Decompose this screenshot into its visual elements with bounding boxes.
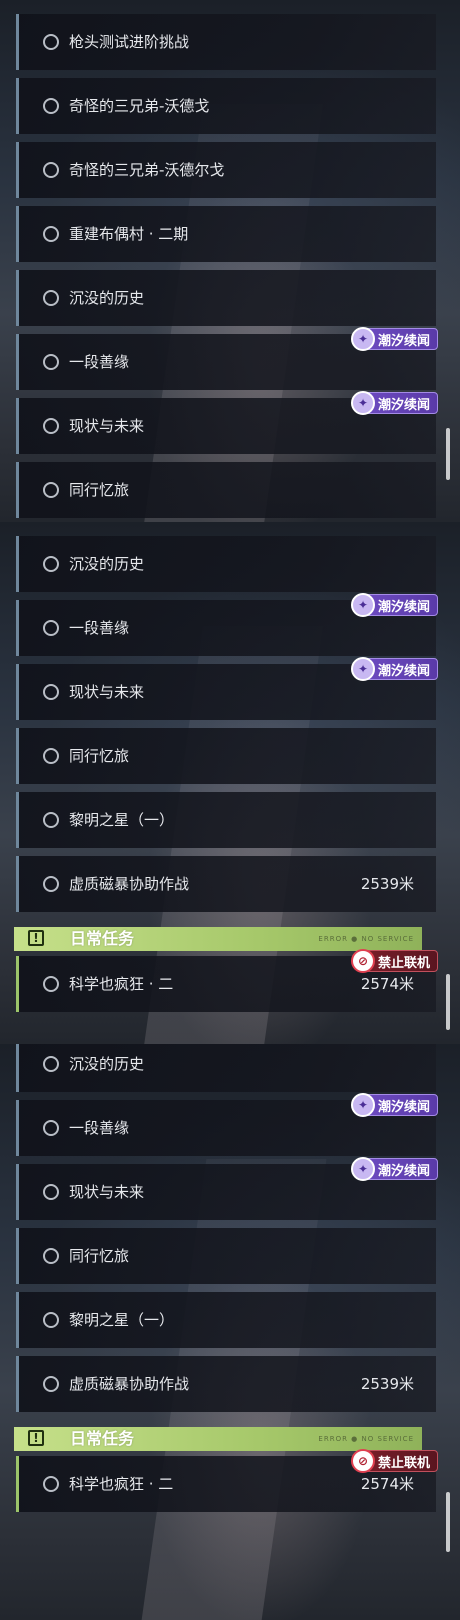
badge-label: 潮汐续闻 (377, 663, 430, 679)
section-title: 日常任务 (70, 929, 135, 948)
quest-name: 现状与未来 (69, 683, 145, 701)
radio-icon (43, 418, 59, 434)
quest-name: 科学也疯狂 · 二 (69, 1475, 174, 1493)
radio-icon (43, 812, 59, 828)
quest-name: 黎明之星（一） (69, 1311, 175, 1329)
radio-icon (43, 290, 59, 306)
quest-list-panel-3: 沉没的历史 ✦ 潮汐续闻 一段善缘 ✦ 潮汐续闻 现状与未来 同行忆旅 黎明之星… (0, 1044, 460, 1620)
radio-icon (43, 98, 59, 114)
quest-row[interactable]: 沉没的历史 (16, 270, 436, 326)
sparkle-icon: ✦ (350, 593, 375, 617)
header-watermark: ERROR ● NO SERVICE (318, 1435, 414, 1443)
sparkle-icon: ✦ (350, 391, 375, 415)
radio-icon (43, 354, 59, 370)
quest-name: 虚质磁暴协助作战 (69, 1375, 190, 1393)
quest-row[interactable]: 奇怪的三兄弟-沃德戈 (16, 78, 436, 134)
radio-icon (43, 162, 59, 178)
quest-name: 同行忆旅 (69, 1247, 130, 1265)
radio-icon (43, 226, 59, 242)
alert-icon: ! (28, 930, 44, 946)
quest-name: 同行忆旅 (69, 481, 130, 499)
quest-distance: 2539米 (360, 875, 414, 893)
badge-label: 潮汐续闻 (377, 1099, 430, 1115)
quest-name: 一段善缘 (69, 619, 130, 637)
alert-icon: ! (28, 1430, 44, 1446)
quest-row[interactable]: 黎明之星（一） (16, 792, 436, 848)
radio-icon (43, 1476, 59, 1492)
radio-icon (43, 1056, 59, 1072)
quest-row[interactable]: 枪头测试进阶挑战 (16, 14, 436, 70)
sparkle-icon: ✦ (350, 1093, 375, 1117)
badge-label: 禁止联机 (377, 1455, 430, 1471)
no-online-badge: ⊘ 禁止联机 (350, 1449, 438, 1473)
tide-story-badge: ✦ 潮汐续闻 (350, 391, 438, 415)
globe-forbidden-icon: ⊘ (350, 949, 375, 973)
radio-icon (43, 1312, 59, 1328)
quest-row[interactable]: 同行忆旅 (16, 728, 436, 784)
quest-name: 奇怪的三兄弟-沃德戈 (69, 97, 210, 115)
radio-icon (43, 1376, 59, 1392)
radio-icon (43, 620, 59, 636)
badge-label: 潮汐续闻 (377, 599, 430, 615)
badge-label: 禁止联机 (377, 955, 430, 971)
quest-row[interactable]: 同行忆旅 (16, 462, 436, 518)
radio-icon (43, 876, 59, 892)
tide-story-badge: ✦ 潮汐续闻 (350, 1157, 438, 1181)
quest-name: 一段善缘 (69, 353, 130, 371)
section-title: 日常任务 (70, 1429, 135, 1448)
tide-story-badge: ✦ 潮汐续闻 (350, 593, 438, 617)
quest-list-panel-2: 沉没的历史 ✦ 潮汐续闻 一段善缘 ✦ 潮汐续闻 现状与未来 同行忆旅 黎明之星… (0, 522, 460, 1044)
quest-name: 沉没的历史 (69, 1055, 145, 1073)
badge-label: 潮汐续闻 (377, 397, 430, 413)
tide-story-badge: ✦ 潮汐续闻 (350, 327, 438, 351)
quest-list-panel-1: 枪头测试进阶挑战 奇怪的三兄弟-沃德戈 奇怪的三兄弟-沃德尔戈 重建布偶村 · … (0, 0, 460, 522)
tide-story-badge: ✦ 潮汐续闻 (350, 657, 438, 681)
quest-distance: 2539米 (360, 1375, 414, 1393)
quest-row[interactable]: 黎明之星（一） (16, 1292, 436, 1348)
badge-label: 潮汐续闻 (377, 333, 430, 349)
radio-icon (43, 748, 59, 764)
sparkle-icon: ✦ (350, 327, 375, 351)
scrollbar[interactable] (446, 428, 450, 480)
quest-name: 奇怪的三兄弟-沃德尔戈 (69, 161, 225, 179)
radio-icon (43, 556, 59, 572)
quest-row[interactable]: 虚质磁暴协助作战 2539米 (16, 1356, 436, 1412)
quest-name: 黎明之星（一） (69, 811, 175, 829)
quest-row[interactable]: 沉没的历史 (16, 1044, 436, 1092)
quest-row[interactable]: 同行忆旅 (16, 1228, 436, 1284)
quest-name: 现状与未来 (69, 1183, 145, 1201)
radio-icon (43, 684, 59, 700)
badge-label: 潮汐续闻 (377, 1163, 430, 1179)
quest-name: 枪头测试进阶挑战 (69, 33, 190, 51)
daily-quest-header: ! 日常任务 ERROR ● NO SERVICE (14, 1427, 422, 1451)
quest-name: 一段善缘 (69, 1119, 130, 1137)
daily-quest-header: ! 日常任务 ERROR ● NO SERVICE (14, 927, 422, 951)
radio-icon (43, 1248, 59, 1264)
quest-name: 虚质磁暴协助作战 (69, 875, 190, 893)
quest-row[interactable]: 重建布偶村 · 二期 (16, 206, 436, 262)
radio-icon (43, 34, 59, 50)
sparkle-icon: ✦ (350, 657, 375, 681)
radio-icon (43, 1120, 59, 1136)
radio-icon (43, 1184, 59, 1200)
sparkle-icon: ✦ (350, 1157, 375, 1181)
header-watermark: ERROR ● NO SERVICE (318, 935, 414, 943)
quest-name: 科学也疯狂 · 二 (69, 975, 174, 993)
no-online-badge: ⊘ 禁止联机 (350, 949, 438, 973)
quest-name: 重建布偶村 · 二期 (69, 225, 189, 243)
radio-icon (43, 976, 59, 992)
quest-name: 现状与未来 (69, 417, 145, 435)
tide-story-badge: ✦ 潮汐续闻 (350, 1093, 438, 1117)
quest-row[interactable]: 奇怪的三兄弟-沃德尔戈 (16, 142, 436, 198)
quest-row[interactable]: 沉没的历史 (16, 536, 436, 592)
quest-name: 沉没的历史 (69, 289, 145, 307)
quest-row[interactable]: 虚质磁暴协助作战 2539米 (16, 856, 436, 912)
globe-forbidden-icon: ⊘ (350, 1449, 375, 1473)
scrollbar[interactable] (446, 974, 450, 1030)
scrollbar[interactable] (446, 1492, 450, 1552)
radio-icon (43, 482, 59, 498)
quest-name: 沉没的历史 (69, 555, 145, 573)
quest-name: 同行忆旅 (69, 747, 130, 765)
